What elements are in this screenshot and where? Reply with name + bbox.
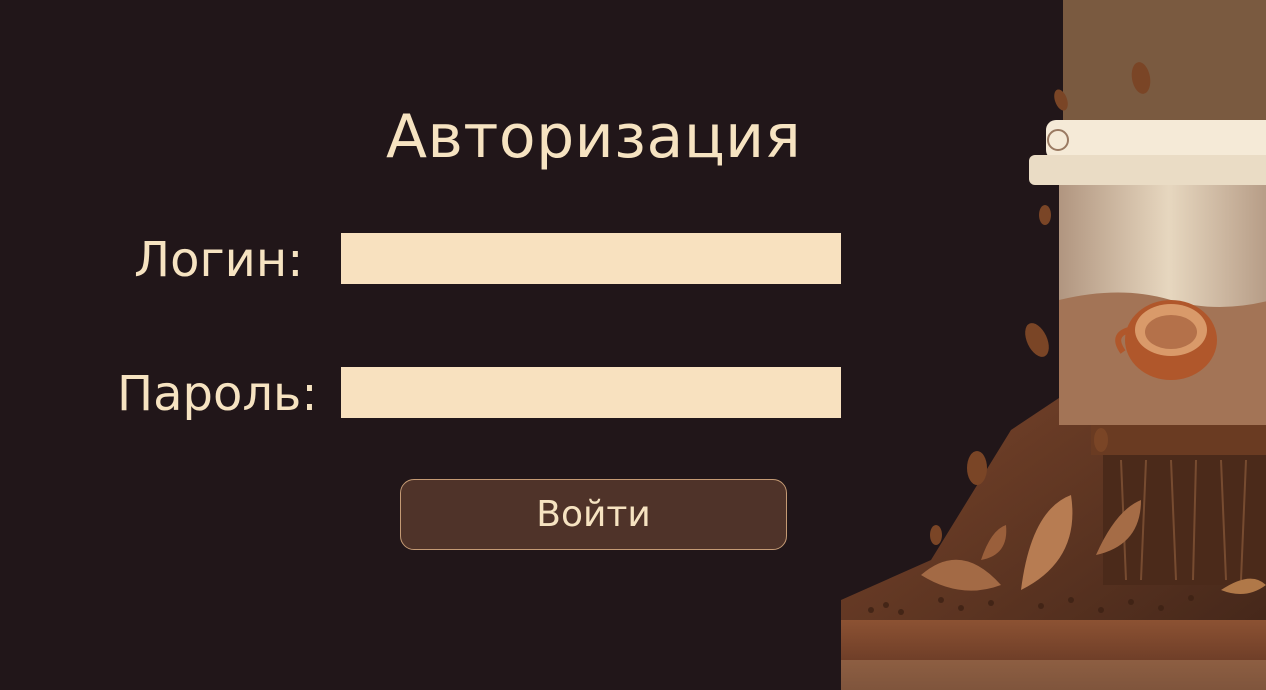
coffee-machine-illustration — [841, 0, 1266, 690]
password-input[interactable] — [341, 367, 841, 418]
login-input[interactable] — [341, 233, 841, 284]
login-label: Логин: — [134, 232, 304, 288]
page-title: Авторизация — [386, 102, 802, 172]
login-button[interactable]: Войти — [400, 479, 787, 550]
password-label: Пароль: — [117, 366, 318, 422]
